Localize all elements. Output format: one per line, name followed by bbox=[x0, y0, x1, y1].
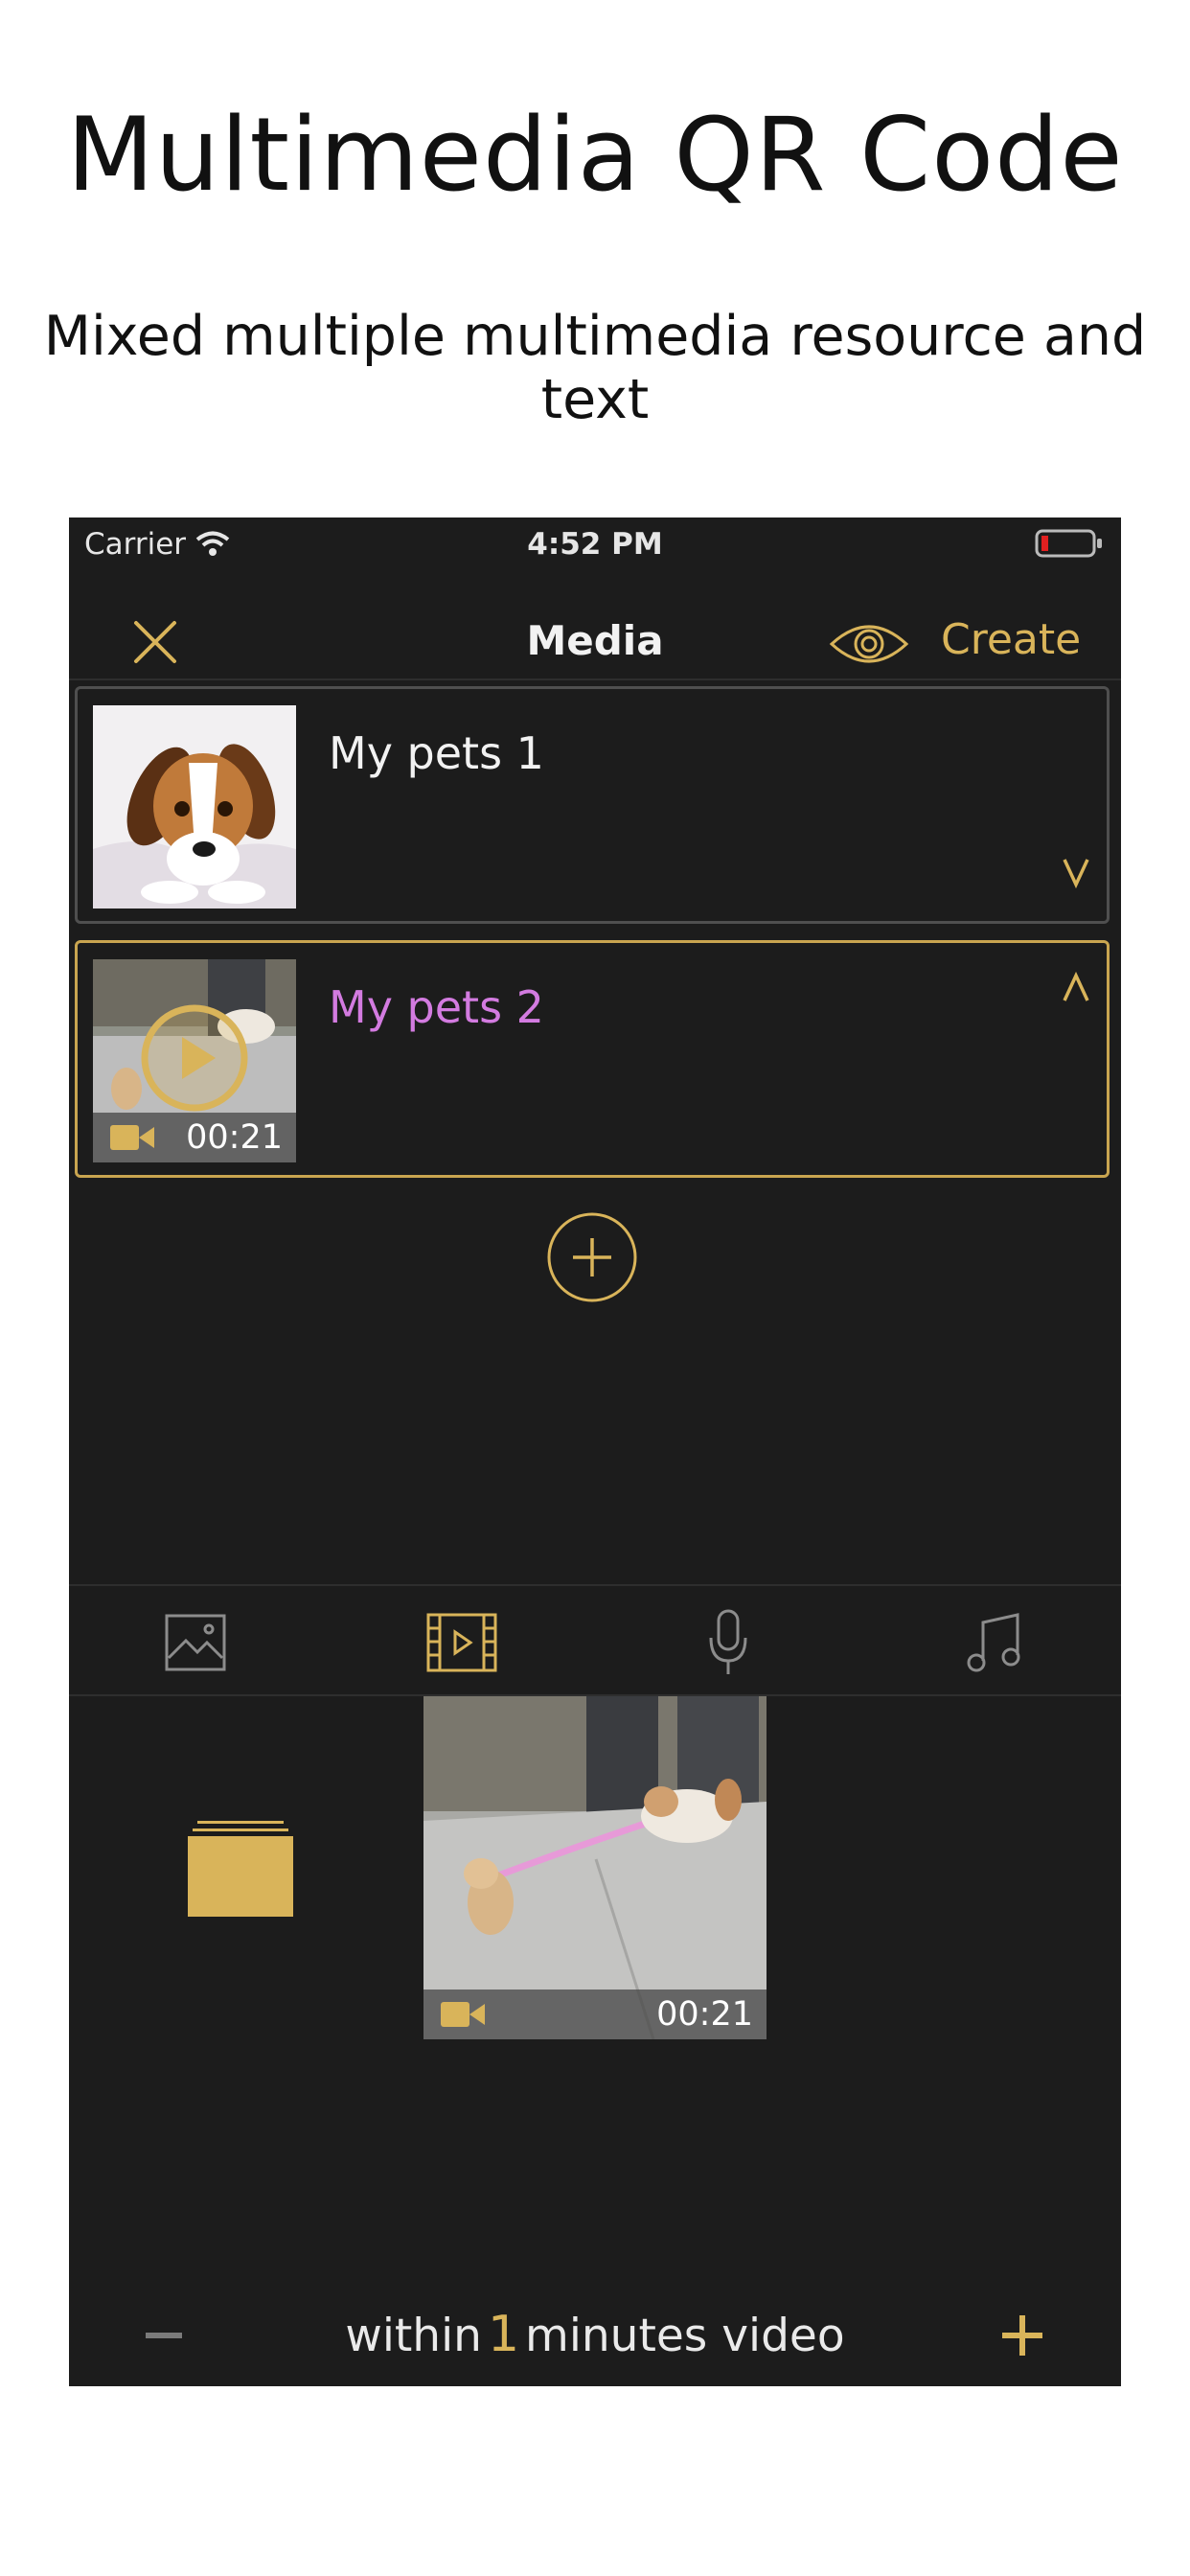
video-info-bar: 00:21 bbox=[423, 1990, 767, 2039]
media-type-tabs bbox=[69, 1586, 1121, 1699]
create-button[interactable]: Create bbox=[941, 615, 1081, 664]
video-camera-icon bbox=[441, 2002, 485, 2027]
preview-eye-icon[interactable] bbox=[829, 619, 909, 669]
play-icon[interactable] bbox=[139, 1002, 250, 1114]
image-icon bbox=[165, 1614, 226, 1671]
microphone-icon bbox=[709, 1609, 747, 1674]
media-card-selected[interactable]: 00:21 My pets 2 bbox=[75, 940, 1110, 1178]
chevron-up-icon[interactable] bbox=[1057, 968, 1095, 1006]
add-media-button[interactable] bbox=[546, 1211, 638, 1303]
film-icon bbox=[426, 1613, 497, 1672]
nav-bar: Media Create bbox=[69, 585, 1121, 700]
media-title: My pets 2 bbox=[329, 981, 544, 1033]
tab-audio[interactable] bbox=[671, 1586, 786, 1699]
nav-divider bbox=[69, 678, 1121, 680]
phone-screen: Carrier 4:52 PM Media Create My pets 1 0… bbox=[69, 518, 1121, 2386]
video-duration: 00:21 bbox=[186, 1118, 283, 1157]
duration-limit-label: within 1 minutes video bbox=[69, 2306, 1121, 2363]
promo-title: Multimedia QR Code bbox=[66, 96, 1124, 214]
video-camera-icon bbox=[110, 1125, 154, 1150]
tab-video[interactable] bbox=[404, 1586, 519, 1699]
battery-icon bbox=[1035, 529, 1102, 558]
limit-value: 1 bbox=[487, 2306, 520, 2363]
library-video-item[interactable]: 00:21 bbox=[423, 1696, 767, 2039]
folder-icon[interactable] bbox=[188, 1821, 293, 1917]
increase-limit-button[interactable] bbox=[1000, 2313, 1044, 2358]
puppy-thumbnail bbox=[93, 705, 296, 908]
music-note-icon bbox=[967, 1613, 1020, 1672]
media-title: My pets 1 bbox=[329, 727, 544, 779]
chevron-down-icon[interactable] bbox=[1057, 852, 1095, 890]
video-thumbnail: 00:21 bbox=[93, 959, 296, 1162]
limit-suffix: minutes video bbox=[525, 2310, 845, 2362]
promo-subtitle: Mixed multiple multimedia resource and t… bbox=[43, 305, 1147, 431]
tab-image[interactable] bbox=[138, 1586, 253, 1699]
status-bar: Carrier 4:52 PM bbox=[69, 518, 1121, 585]
video-info-bar: 00:21 bbox=[93, 1113, 296, 1162]
limit-prefix: within bbox=[345, 2310, 482, 2362]
video-duration: 00:21 bbox=[656, 1995, 753, 2034]
media-card[interactable]: My pets 1 bbox=[75, 686, 1110, 924]
status-time: 4:52 PM bbox=[527, 527, 663, 562]
tab-music[interactable] bbox=[937, 1586, 1052, 1699]
